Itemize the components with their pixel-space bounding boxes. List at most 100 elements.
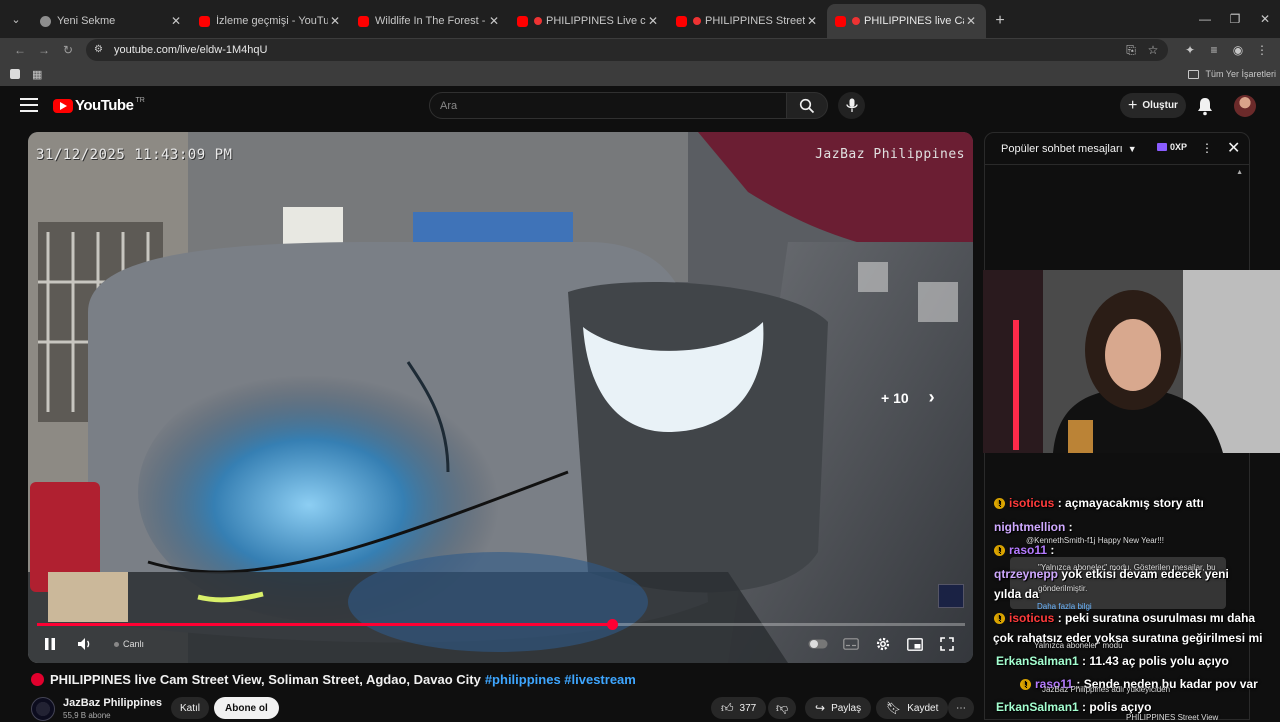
forward-arrow-icon[interactable]: → xyxy=(32,38,56,62)
tab-search-chevron-icon[interactable]: ⌄ xyxy=(0,0,32,38)
video-title-text: PHILIPPINES live Cam Street View, Solima… xyxy=(50,672,481,687)
skip-forward-button[interactable]: + 10 › xyxy=(881,387,935,408)
chat-more-icon[interactable]: ⋮ xyxy=(1201,141,1213,155)
video-timestamp-overlay: 31/12/2025 11:43:09 PM xyxy=(36,147,233,163)
apps-grid-icon[interactable]: ▦ xyxy=(32,68,42,81)
bookmark-star-icon[interactable]: ☆ xyxy=(1142,38,1164,62)
close-tab-icon[interactable]: ✕ xyxy=(805,14,819,28)
tab-title: PHILIPPINES Live camera Va xyxy=(546,15,646,27)
browser-menu-icon[interactable]: ⋮ xyxy=(1250,38,1274,62)
scroll-up-icon[interactable]: ▲ xyxy=(1236,169,1243,176)
video-player[interactable]: 31/12/2025 11:43:09 PM JazBaz Philippine… xyxy=(28,132,973,663)
chat-username: isoticus xyxy=(1009,496,1055,510)
profile-icon[interactable]: ◉ xyxy=(1226,38,1250,62)
chat-username: raso11 xyxy=(1009,543,1048,557)
close-tab-icon[interactable]: ✕ xyxy=(169,14,183,28)
browser-tab-strip: ⌄ Yeni Sekme ✕ İzleme geçmişi - YouTube … xyxy=(0,0,1280,38)
browser-tab-3[interactable]: Wildlife In The Forest - 24/7 LIVE ✕ xyxy=(350,4,509,38)
minimize-icon[interactable]: — xyxy=(1190,0,1220,38)
xp-badge[interactable]: 0XP xyxy=(1157,142,1187,152)
search-icon xyxy=(799,98,815,113)
youtube-logo[interactable]: YouTube TR xyxy=(53,97,145,114)
like-count: 377 xyxy=(739,702,757,714)
close-window-icon[interactable]: ✕ xyxy=(1250,0,1280,38)
thumbs-up-icon: 👍︎ xyxy=(721,700,734,715)
chat-mode-dropdown[interactable]: Popüler sohbet mesajları xyxy=(1001,143,1123,155)
all-bookmarks-label: Tüm Yer İşaretleri xyxy=(1205,69,1276,79)
browser-tab-1[interactable]: Yeni Sekme ✕ xyxy=(32,4,191,38)
tab-title: İzleme geçmişi - YouTube xyxy=(216,15,328,27)
browser-tab-active[interactable]: PHILIPPINES live Cam Street ✕ xyxy=(827,4,986,38)
youtube-icon xyxy=(199,15,210,27)
hamburger-menu-icon[interactable] xyxy=(20,98,38,112)
restore-icon[interactable]: ❐ xyxy=(1220,0,1250,38)
close-tab-icon[interactable]: ✕ xyxy=(646,14,660,28)
chevron-down-icon[interactable]: ▼ xyxy=(1128,144,1137,154)
account-avatar[interactable] xyxy=(1234,95,1256,117)
chat-close-icon[interactable]: ✕ xyxy=(1227,138,1240,158)
notifications-bell-icon[interactable] xyxy=(1196,96,1216,116)
close-tab-icon[interactable]: ✕ xyxy=(328,14,342,28)
back-arrow-icon[interactable]: ← xyxy=(8,38,32,62)
overlay-chat-message-4: qtrzeynepp yok etkisi devam edecek yeni xyxy=(994,567,1229,581)
chat-separator: : xyxy=(1078,700,1090,714)
volume-button[interactable] xyxy=(74,634,96,654)
microphone-icon xyxy=(845,98,858,112)
pause-button[interactable] xyxy=(40,634,60,654)
live-label: Canlı xyxy=(123,639,145,649)
chevron-right-icon: › xyxy=(928,387,935,407)
youtube-icon xyxy=(676,15,687,27)
dislike-button[interactable]: 👎︎ xyxy=(768,697,797,719)
miniplayer-button[interactable] xyxy=(905,634,925,654)
overlay-chat-message-7: ErkanSalman1 : 11.43 aç polis yolu açıyo xyxy=(996,654,1229,668)
chat-separator: : xyxy=(1047,543,1055,557)
search-button[interactable] xyxy=(786,92,828,119)
video-hashtags[interactable]: #philippines #livestream xyxy=(485,672,636,687)
reload-icon[interactable]: ↻ xyxy=(56,38,80,62)
subscribe-button[interactable]: Abone ol xyxy=(214,697,279,719)
streamer-webcam-overlay xyxy=(983,270,1280,453)
live-status-icon xyxy=(31,673,44,686)
close-tab-icon[interactable]: ✕ xyxy=(964,14,978,28)
chat-username: ErkanSalman1 xyxy=(996,654,1079,668)
subtitles-button[interactable] xyxy=(841,634,861,654)
channel-avatar[interactable] xyxy=(31,697,55,721)
install-app-icon[interactable]: ⎘ xyxy=(1120,38,1142,62)
search-input[interactable]: Ara xyxy=(429,92,787,119)
address-bar[interactable]: ⚙ youtube.com/live/eldw-1M4hqU xyxy=(86,39,1168,61)
overlay-chat-message-1: ! isoticus : açmayacakmış story attı xyxy=(994,496,1204,510)
more-info-link[interactable]: Daha fazla bilgi xyxy=(1037,602,1092,611)
live-indicator[interactable]: Canlı xyxy=(114,636,144,652)
recording-indicator-icon xyxy=(534,17,542,25)
chat-text: 11.43 aç polis yolu açıyo xyxy=(1089,654,1229,668)
fullscreen-button[interactable] xyxy=(937,634,957,654)
browser-tab-2[interactable]: İzleme geçmişi - YouTube ✕ xyxy=(191,4,350,38)
settings-button[interactable] xyxy=(873,634,893,654)
media-control-icon[interactable]: ≡ xyxy=(1202,38,1226,62)
youtube-icon xyxy=(517,15,528,27)
share-button[interactable]: ↪ Paylaş xyxy=(805,697,872,719)
voice-search-button[interactable] xyxy=(838,92,865,119)
browser-tab-5[interactable]: PHILIPPINES Street View Live ✕ xyxy=(668,4,827,38)
join-button[interactable]: Katıl xyxy=(171,697,210,719)
url-text[interactable]: youtube.com/live/eldw-1M4hqU xyxy=(114,44,267,56)
save-button[interactable]: 🔖︎ Kaydet xyxy=(876,697,949,719)
close-tab-icon[interactable]: ✕ xyxy=(487,14,501,28)
chat-username: isoticus xyxy=(1009,611,1055,625)
progress-bar[interactable] xyxy=(37,619,965,630)
bookmark-icon: 🔖︎ xyxy=(886,701,902,715)
extensions-puzzle-icon[interactable]: ✦ xyxy=(1178,38,1202,62)
chat-separator: : xyxy=(1065,520,1073,534)
more-actions-button[interactable]: ⋯ xyxy=(948,697,974,719)
autoplay-toggle[interactable] xyxy=(807,634,829,654)
bookmark-page-icon[interactable] xyxy=(10,69,20,79)
all-bookmarks-folder[interactable]: Tüm Yer İşaretleri xyxy=(1188,62,1276,86)
like-button[interactable]: 👍︎ 377 xyxy=(711,697,767,719)
youtube-wordmark: YouTube xyxy=(75,97,134,114)
site-info-icon[interactable]: ⚙ xyxy=(94,44,106,56)
browser-tab-4[interactable]: PHILIPPINES Live camera Va ✕ xyxy=(509,4,668,38)
create-button[interactable]: + Oluştur xyxy=(1120,93,1186,118)
share-label: Paylaş xyxy=(831,702,862,714)
channel-name[interactable]: JazBaz Philippines xyxy=(63,697,162,709)
new-tab-plus-icon[interactable]: + xyxy=(986,4,1014,38)
